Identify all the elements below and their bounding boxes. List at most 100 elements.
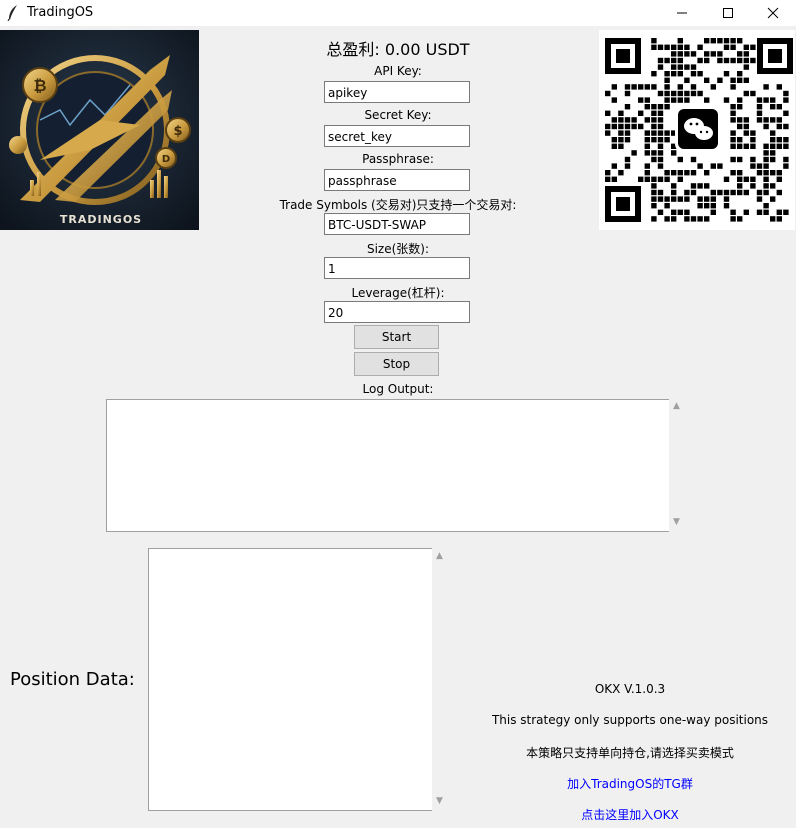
qr-module xyxy=(624,84,631,90)
qr-module xyxy=(618,137,624,143)
qr-module xyxy=(611,97,617,103)
qr-module xyxy=(730,189,736,196)
qr-module xyxy=(763,143,769,149)
qr-module xyxy=(756,189,763,196)
qr-module xyxy=(657,90,664,97)
tg-group-link[interactable]: 加入TradingOS的TG群 xyxy=(440,775,796,792)
qr-module xyxy=(677,90,683,97)
qr-module xyxy=(783,143,789,149)
trade-symbols-input[interactable] xyxy=(324,213,470,235)
qr-module xyxy=(723,189,730,196)
passphrase-input[interactable] xyxy=(324,169,470,191)
svg-text:₿: ₿ xyxy=(33,76,46,95)
qr-module xyxy=(684,170,690,176)
scroll-down-icon[interactable]: ▼ xyxy=(436,796,443,806)
qr-module xyxy=(770,130,776,136)
okx-signup-link[interactable]: 点击这里加入OKX xyxy=(440,806,796,823)
log-output-label: Log Output: xyxy=(362,382,434,396)
scroll-up-icon[interactable]: ▲ xyxy=(436,551,443,561)
scroll-up-icon[interactable]: ▲ xyxy=(673,401,680,411)
start-button[interactable]: Start xyxy=(354,325,439,349)
qr-module xyxy=(697,183,703,189)
qr-module xyxy=(611,137,617,143)
scroll-down-icon[interactable]: ▼ xyxy=(673,517,680,527)
qr-module xyxy=(624,137,631,143)
qr-module xyxy=(664,176,670,182)
qr-module xyxy=(671,97,677,103)
api-key-input[interactable] xyxy=(324,81,470,103)
qr-module xyxy=(664,130,670,136)
qr-module xyxy=(704,170,710,176)
secret-key-input[interactable] xyxy=(324,125,470,147)
qr-module xyxy=(684,216,690,222)
qr-module xyxy=(631,123,637,130)
qr-module xyxy=(737,176,743,182)
trade-symbols-label: Trade Symbols (交易对)只支持一个交易对: xyxy=(279,198,517,212)
qr-module xyxy=(624,90,631,97)
position-data-label: Position Data: xyxy=(10,669,135,690)
qr-module xyxy=(710,189,716,196)
qr-module xyxy=(664,216,670,222)
qr-module xyxy=(664,97,670,103)
qr-module xyxy=(690,183,697,189)
qr-module xyxy=(737,97,743,103)
qr-module xyxy=(743,90,749,97)
qr-module xyxy=(605,130,611,136)
close-button[interactable] xyxy=(750,0,796,26)
leverage-input[interactable] xyxy=(324,301,470,323)
position-data-text[interactable] xyxy=(148,548,432,811)
stop-button[interactable]: Stop xyxy=(354,352,439,376)
qr-module xyxy=(770,97,776,103)
maximize-icon xyxy=(723,8,733,18)
qr-module xyxy=(618,170,624,176)
qr-module xyxy=(723,97,730,103)
qr-module xyxy=(684,77,690,83)
qr-module xyxy=(671,170,677,176)
qr-module xyxy=(776,189,782,196)
log-scrollbar[interactable]: ▲ ▼ xyxy=(669,399,686,532)
size-input[interactable] xyxy=(324,257,470,279)
qr-module xyxy=(651,176,657,182)
svg-text:$: $ xyxy=(173,124,182,139)
qr-module xyxy=(730,216,736,222)
log-output-text[interactable] xyxy=(106,399,669,532)
qr-module xyxy=(783,137,789,143)
qr-module xyxy=(770,143,776,149)
qr-module xyxy=(737,183,743,189)
qr-module xyxy=(776,170,782,176)
qr-module xyxy=(651,84,657,90)
qr-module xyxy=(743,189,749,196)
qr-module xyxy=(644,176,650,182)
qr-module xyxy=(684,189,690,196)
qr-module xyxy=(677,176,683,182)
qr-module xyxy=(756,97,763,103)
qr-module xyxy=(638,97,644,103)
title-bar: TradingOS xyxy=(0,0,796,26)
qr-module xyxy=(776,137,782,143)
qr-module xyxy=(657,137,664,143)
qr-module xyxy=(704,77,710,83)
qr-module xyxy=(743,123,749,130)
qr-module xyxy=(763,84,769,90)
maximize-button[interactable] xyxy=(705,0,751,26)
minimize-button[interactable] xyxy=(659,0,705,26)
qr-module xyxy=(770,170,776,176)
strategy-note-en: This strategy only supports one-way posi… xyxy=(491,713,769,727)
qr-module xyxy=(638,123,644,130)
qr-module xyxy=(657,130,664,136)
qr-module xyxy=(776,216,782,222)
qr-module xyxy=(763,183,769,189)
secret-key-label: Secret Key: xyxy=(364,108,432,122)
qr-module xyxy=(763,189,769,196)
qr-module xyxy=(750,176,756,182)
qr-module xyxy=(717,77,723,83)
qr-module xyxy=(750,143,756,149)
qr-module xyxy=(631,84,637,90)
close-icon xyxy=(767,7,779,19)
position-scrollbar[interactable]: ▲ ▼ xyxy=(432,548,449,811)
qr-module xyxy=(664,137,670,143)
qr-module xyxy=(664,170,670,176)
qr-module xyxy=(770,137,776,143)
qr-module xyxy=(651,189,657,196)
qr-module xyxy=(644,170,650,176)
